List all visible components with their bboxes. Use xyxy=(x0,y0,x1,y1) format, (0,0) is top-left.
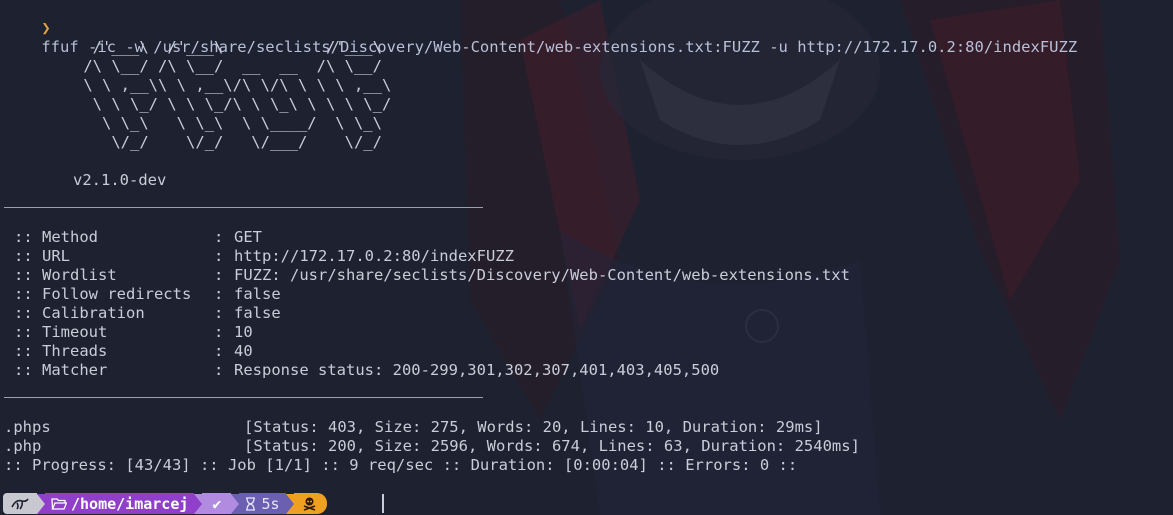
result-info: [Status: 403, Size: 275, Words: 20, Line… xyxy=(244,418,823,436)
config-row: :: Wordlist: FUZZ: /usr/share/seclists/Di… xyxy=(14,266,850,285)
config-row: :: Threads:40 xyxy=(14,342,253,361)
prompt-chevron-icon: ❯ xyxy=(41,19,51,37)
config-separator: : xyxy=(214,247,224,265)
config-row: :: Calibration: false xyxy=(14,304,281,323)
config-separator: : xyxy=(214,361,224,379)
version-label: v2.1.0-dev xyxy=(73,171,167,189)
config-key: :: Threads xyxy=(14,342,108,360)
result-word: .phps xyxy=(4,418,51,436)
config-row: :: Matcher: Response status: 200-299,301,… xyxy=(14,361,719,380)
command-line: ❯ ffuf -ic -w /usr/share/seclists/Discov… xyxy=(4,0,1077,56)
config-separator: : xyxy=(214,228,224,246)
config-value: FUZZ: /usr/share/seclists/Discovery/Web-… xyxy=(234,266,850,284)
config-separator: : xyxy=(214,285,224,303)
result-row: .phps [Status: 403, Size: 275, Words: 20,… xyxy=(4,418,823,437)
segment-separator xyxy=(231,493,240,514)
folder-open-icon xyxy=(51,498,67,510)
config-row: :: Method: GET xyxy=(14,228,262,247)
path-segment: /home/imarcej xyxy=(45,493,195,514)
config-key: :: Method xyxy=(14,228,98,246)
config-value: Response status: 200-299,301,302,307,401… xyxy=(234,361,720,379)
config-row: :: Follow redirects: false xyxy=(14,285,281,304)
config-separator: : xyxy=(214,266,224,284)
command-duration: 5s xyxy=(261,494,280,513)
ffuf-ascii-logo: /'___\ /'___\ /'___\ /\ \__/ /\ \__/ __ … xyxy=(83,38,392,151)
config-key: :: Matcher xyxy=(14,361,108,379)
config-value: http://172.17.0.2:80/indexFUZZ xyxy=(234,247,514,265)
config-key: :: Calibration xyxy=(14,304,145,322)
hourglass-icon xyxy=(246,496,256,511)
progress-line: :: Progress: [43/43] :: Job [1/1] :: 9 r… xyxy=(4,456,798,474)
config-row: :: Timeout:10 xyxy=(14,323,253,342)
terminal-output[interactable]: ❯ ffuf -ic -w /usr/share/seclists/Discov… xyxy=(4,0,1173,515)
text-cursor[interactable] xyxy=(382,494,384,513)
os-segment xyxy=(3,493,37,514)
check-icon: ✔ xyxy=(212,494,222,513)
config-separator: : xyxy=(214,304,224,322)
divider-bottom xyxy=(4,397,483,398)
duration-segment: 5s xyxy=(239,493,286,514)
segment-separator xyxy=(37,493,45,514)
result-row: .php [Status: 200, Size: 2596, Words: 674… xyxy=(4,437,860,456)
result-word: .php xyxy=(4,437,42,455)
config-key: :: Timeout xyxy=(14,323,108,341)
config-value: false xyxy=(234,285,281,303)
config-value: 10 xyxy=(234,323,253,341)
divider-top xyxy=(4,207,483,208)
segment-separator xyxy=(194,493,203,514)
skull-crossbones-icon xyxy=(303,497,315,511)
root-segment xyxy=(293,493,327,514)
config-separator: : xyxy=(214,342,224,360)
segment-separator xyxy=(285,493,294,514)
config-key: :: Wordlist xyxy=(14,266,117,284)
result-info: [Status: 200, Size: 2596, Words: 674, Li… xyxy=(244,437,860,455)
exit-status-segment: ✔ xyxy=(202,493,232,514)
kali-dragon-icon xyxy=(11,498,29,509)
current-path: /home/imarcej xyxy=(71,494,189,513)
config-value: GET xyxy=(234,228,262,246)
config-row: :: URL: http://172.17.0.2:80/indexFUZZ xyxy=(14,247,514,266)
config-key: :: Follow redirects xyxy=(14,285,192,303)
shell-prompt-bar: /home/imarcej ✔ 5s xyxy=(3,493,327,514)
config-separator: : xyxy=(214,323,224,341)
config-value: 40 xyxy=(234,342,253,360)
config-key: :: URL xyxy=(14,247,70,265)
config-value: false xyxy=(234,304,281,322)
